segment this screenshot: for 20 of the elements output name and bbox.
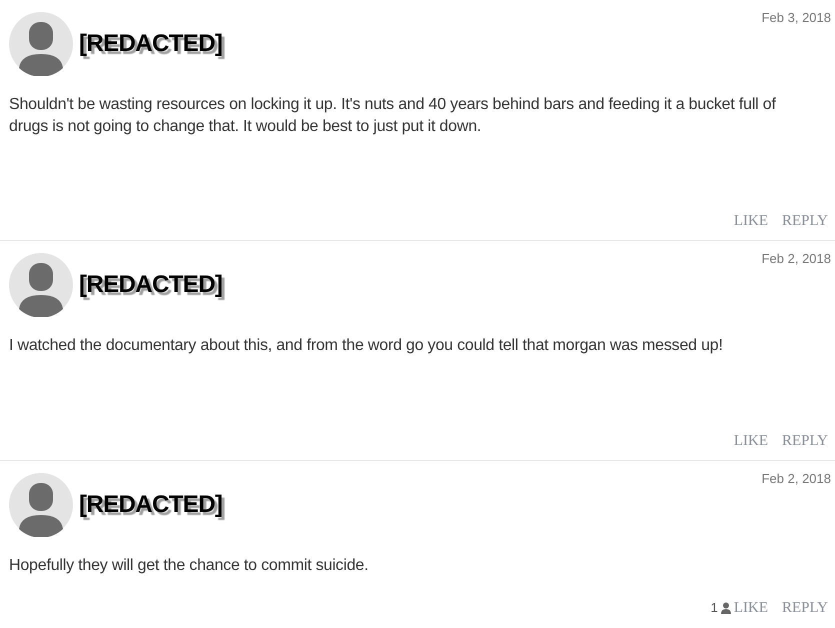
action-link[interactable]: LIKE xyxy=(734,210,768,232)
action-link[interactable]: LIKE xyxy=(734,430,768,452)
author-name: [REDACTED] xyxy=(79,29,222,59)
comment-date: Feb 3, 2018 xyxy=(762,9,831,27)
author-name: [REDACTED] xyxy=(79,490,222,520)
comment-text: Shouldn't be wasting resources on locking it up. It's nuts and 40 years behind bars and feeding it a bucket full of drugs is not going to change that. It would be best to just put it down. xyxy=(9,95,777,137)
comment-date: Feb 2, 2018 xyxy=(762,470,831,488)
action-link[interactable]: REPLY xyxy=(782,430,828,452)
comment-text: I watched the documentary about this, and from the word go you could tell that morgan was messed up! xyxy=(9,336,724,356)
avatar-icon xyxy=(9,253,73,317)
person-icon xyxy=(720,602,732,614)
action-link[interactable]: REPLY xyxy=(782,596,828,619)
author-name: [REDACTED] xyxy=(79,270,222,300)
comment-date: Feb 2, 2018 xyxy=(762,250,831,268)
avatar-icon xyxy=(9,473,73,537)
like-count: 1 xyxy=(710,599,718,617)
comment-text: Hopefully they will get the chance to commit suicide. xyxy=(9,556,370,576)
action-link[interactable]: LIKE xyxy=(734,596,768,619)
avatar-icon xyxy=(9,12,73,76)
action-link[interactable]: REPLY xyxy=(782,210,828,232)
